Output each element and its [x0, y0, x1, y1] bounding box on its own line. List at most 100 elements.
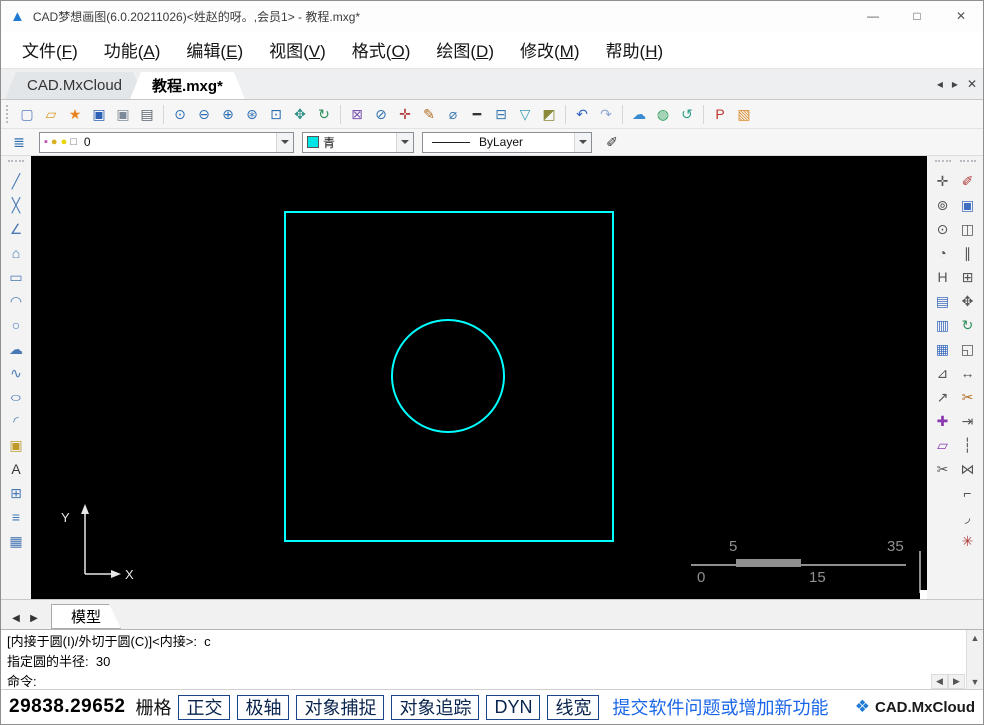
scroll-left-icon[interactable]: ◀: [931, 674, 948, 689]
circle-icon[interactable]: ○: [5, 314, 27, 336]
scroll-up-icon[interactable]: ▲: [971, 630, 980, 645]
toolbar-grip[interactable]: [934, 160, 951, 165]
menu-view[interactable]: 视图(V): [256, 33, 339, 66]
toolbar-grip[interactable]: [6, 105, 11, 123]
polyline-icon[interactable]: ∠: [5, 218, 27, 240]
arc-icon[interactable]: ◠: [5, 290, 27, 312]
layers-manager-icon[interactable]: ≣: [8, 131, 30, 153]
toggle-dyn[interactable]: DYN: [486, 694, 541, 720]
dropdown-arrow-icon[interactable]: [276, 132, 293, 152]
polygon-icon[interactable]: ⌂: [5, 242, 27, 264]
web-icon[interactable]: ◍: [652, 103, 674, 125]
linetype-select[interactable]: ByLayer: [422, 131, 592, 153]
measure-distance-icon[interactable]: ✚: [932, 410, 954, 432]
model-tab[interactable]: 模型: [51, 604, 121, 629]
snap-from-icon[interactable]: ⊚: [932, 194, 954, 216]
copy-icon[interactable]: ▣: [957, 194, 979, 216]
measure-area-icon[interactable]: ▱: [932, 434, 954, 456]
move-icon[interactable]: ✥: [957, 290, 979, 312]
menu-modify[interactable]: 修改(M): [507, 33, 593, 66]
layer-select[interactable]: ▪ ● ● □ 0: [39, 131, 294, 153]
fillet-icon[interactable]: ◞: [957, 506, 979, 528]
table-icon[interactable]: ⊞: [5, 482, 27, 504]
magnifier-icon[interactable]: ⊘: [370, 103, 392, 125]
join-icon[interactable]: ⋈: [957, 458, 979, 480]
lineweight-icon[interactable]: ━: [466, 103, 488, 125]
open-cloud-icon[interactable]: ★: [64, 103, 86, 125]
snap-perpendicular-icon[interactable]: ⊿: [932, 362, 954, 384]
menu-help[interactable]: 帮助(H): [593, 33, 677, 66]
zoom-out-icon[interactable]: ⊖: [193, 103, 215, 125]
match-properties-icon[interactable]: ✐: [601, 131, 623, 153]
stretch-icon[interactable]: ↔: [957, 362, 979, 384]
zoom-extents-icon[interactable]: ⊛: [241, 103, 263, 125]
brand[interactable]: ❖ CAD.MxCloud: [855, 697, 975, 717]
erase-icon[interactable]: ✐: [957, 170, 979, 192]
snap-center-icon[interactable]: ⊙: [932, 218, 954, 240]
drawn-circle[interactable]: [391, 319, 505, 433]
toggle-polar[interactable]: 极轴: [237, 694, 290, 720]
osnap-cross-icon[interactable]: ✛: [394, 103, 416, 125]
scroll-right-icon[interactable]: ▶: [948, 674, 965, 689]
toggle-osnap[interactable]: 对象捕捉: [296, 694, 385, 720]
plot-icon[interactable]: ▤: [136, 103, 158, 125]
toggle-lineweight[interactable]: 线宽: [547, 694, 600, 720]
toggle-ortho[interactable]: 正交: [178, 694, 231, 720]
tab-close-icon[interactable]: ✕: [967, 77, 977, 91]
trim-icon[interactable]: ✂: [957, 386, 979, 408]
zoom-in-icon[interactable]: ⊕: [217, 103, 239, 125]
draworder-front-icon[interactable]: ▦: [932, 338, 954, 360]
menu-draw[interactable]: 绘图(D): [423, 33, 507, 66]
layout-icon[interactable]: ⊟: [490, 103, 512, 125]
select-icon[interactable]: ⊠: [346, 103, 368, 125]
draworder-bottom-icon[interactable]: ▥: [932, 314, 954, 336]
doc-tab-tutorial[interactable]: 教程.mxg*: [130, 72, 245, 99]
mirror-icon[interactable]: ◫: [957, 218, 979, 240]
menu-function[interactable]: 功能(A): [91, 33, 174, 66]
undo-icon[interactable]: ↶: [571, 103, 593, 125]
rotate-icon[interactable]: ↻: [957, 314, 979, 336]
drawing-canvas[interactable]: Y X 5 35 0 15: [31, 156, 927, 599]
rectangle-icon[interactable]: ▭: [5, 266, 27, 288]
menu-edit[interactable]: 编辑(E): [173, 33, 256, 66]
extend-icon[interactable]: ⇥: [957, 410, 979, 432]
filter-icon[interactable]: ▽: [514, 103, 536, 125]
temp-track-point-icon[interactable]: ✛: [932, 170, 954, 192]
layout-next-icon[interactable]: ▶: [25, 607, 43, 629]
ellipse-arc-icon[interactable]: ◜: [5, 410, 27, 432]
viewport-resize-grip[interactable]: [920, 590, 927, 599]
maximize-button[interactable]: □: [895, 1, 939, 31]
tab-scroll-right-icon[interactable]: ▸: [952, 77, 958, 91]
save-as-icon[interactable]: ▣: [112, 103, 134, 125]
toggle-grid[interactable]: 栅格: [135, 694, 171, 720]
regen-icon[interactable]: ↻: [313, 103, 335, 125]
revcloud-icon[interactable]: ☁: [5, 338, 27, 360]
scale-icon[interactable]: ◱: [957, 338, 979, 360]
pan-icon[interactable]: ✥: [289, 103, 311, 125]
toggle-otrack[interactable]: 对象追踪: [391, 694, 480, 720]
toolbar-grip[interactable]: [8, 160, 24, 165]
command-line-area[interactable]: [内接于圆(I)/外切于圆(C)]<内接>: c 指定圆的半径: 30 命令: …: [1, 629, 983, 689]
snap-extension-icon[interactable]: Η: [932, 266, 954, 288]
menu-file[interactable]: 文件(F): [9, 33, 91, 66]
snap-quadrant-icon[interactable]: ◔: [932, 242, 954, 264]
zoom-window-icon[interactable]: ⊡: [265, 103, 287, 125]
ellipse-icon[interactable]: ○: [1, 386, 33, 408]
export-pdf-icon[interactable]: P: [709, 103, 731, 125]
mtext-icon[interactable]: ≡: [5, 506, 27, 528]
feedback-link[interactable]: 提交软件问题或增加新功能: [612, 694, 828, 720]
cloud-sync-icon[interactable]: ☁: [628, 103, 650, 125]
spline-icon[interactable]: ∿: [5, 362, 27, 384]
export-image-icon[interactable]: ▧: [733, 103, 755, 125]
line-icon[interactable]: ╱: [5, 170, 27, 192]
scroll-down-icon[interactable]: ▼: [971, 674, 980, 689]
new-icon[interactable]: ▢: [16, 103, 38, 125]
hatch-icon[interactable]: ▦: [5, 530, 27, 552]
layout-prev-icon[interactable]: ◀: [7, 607, 25, 629]
pencil-icon[interactable]: ✎: [418, 103, 440, 125]
break-icon[interactable]: ┆: [957, 434, 979, 456]
command-vscrollbar[interactable]: ▲ ▼: [966, 630, 983, 689]
zoom-previous-icon[interactable]: ⊙: [169, 103, 191, 125]
explode-icon[interactable]: ✳: [957, 530, 979, 552]
offset-icon[interactable]: ∥: [957, 242, 979, 264]
